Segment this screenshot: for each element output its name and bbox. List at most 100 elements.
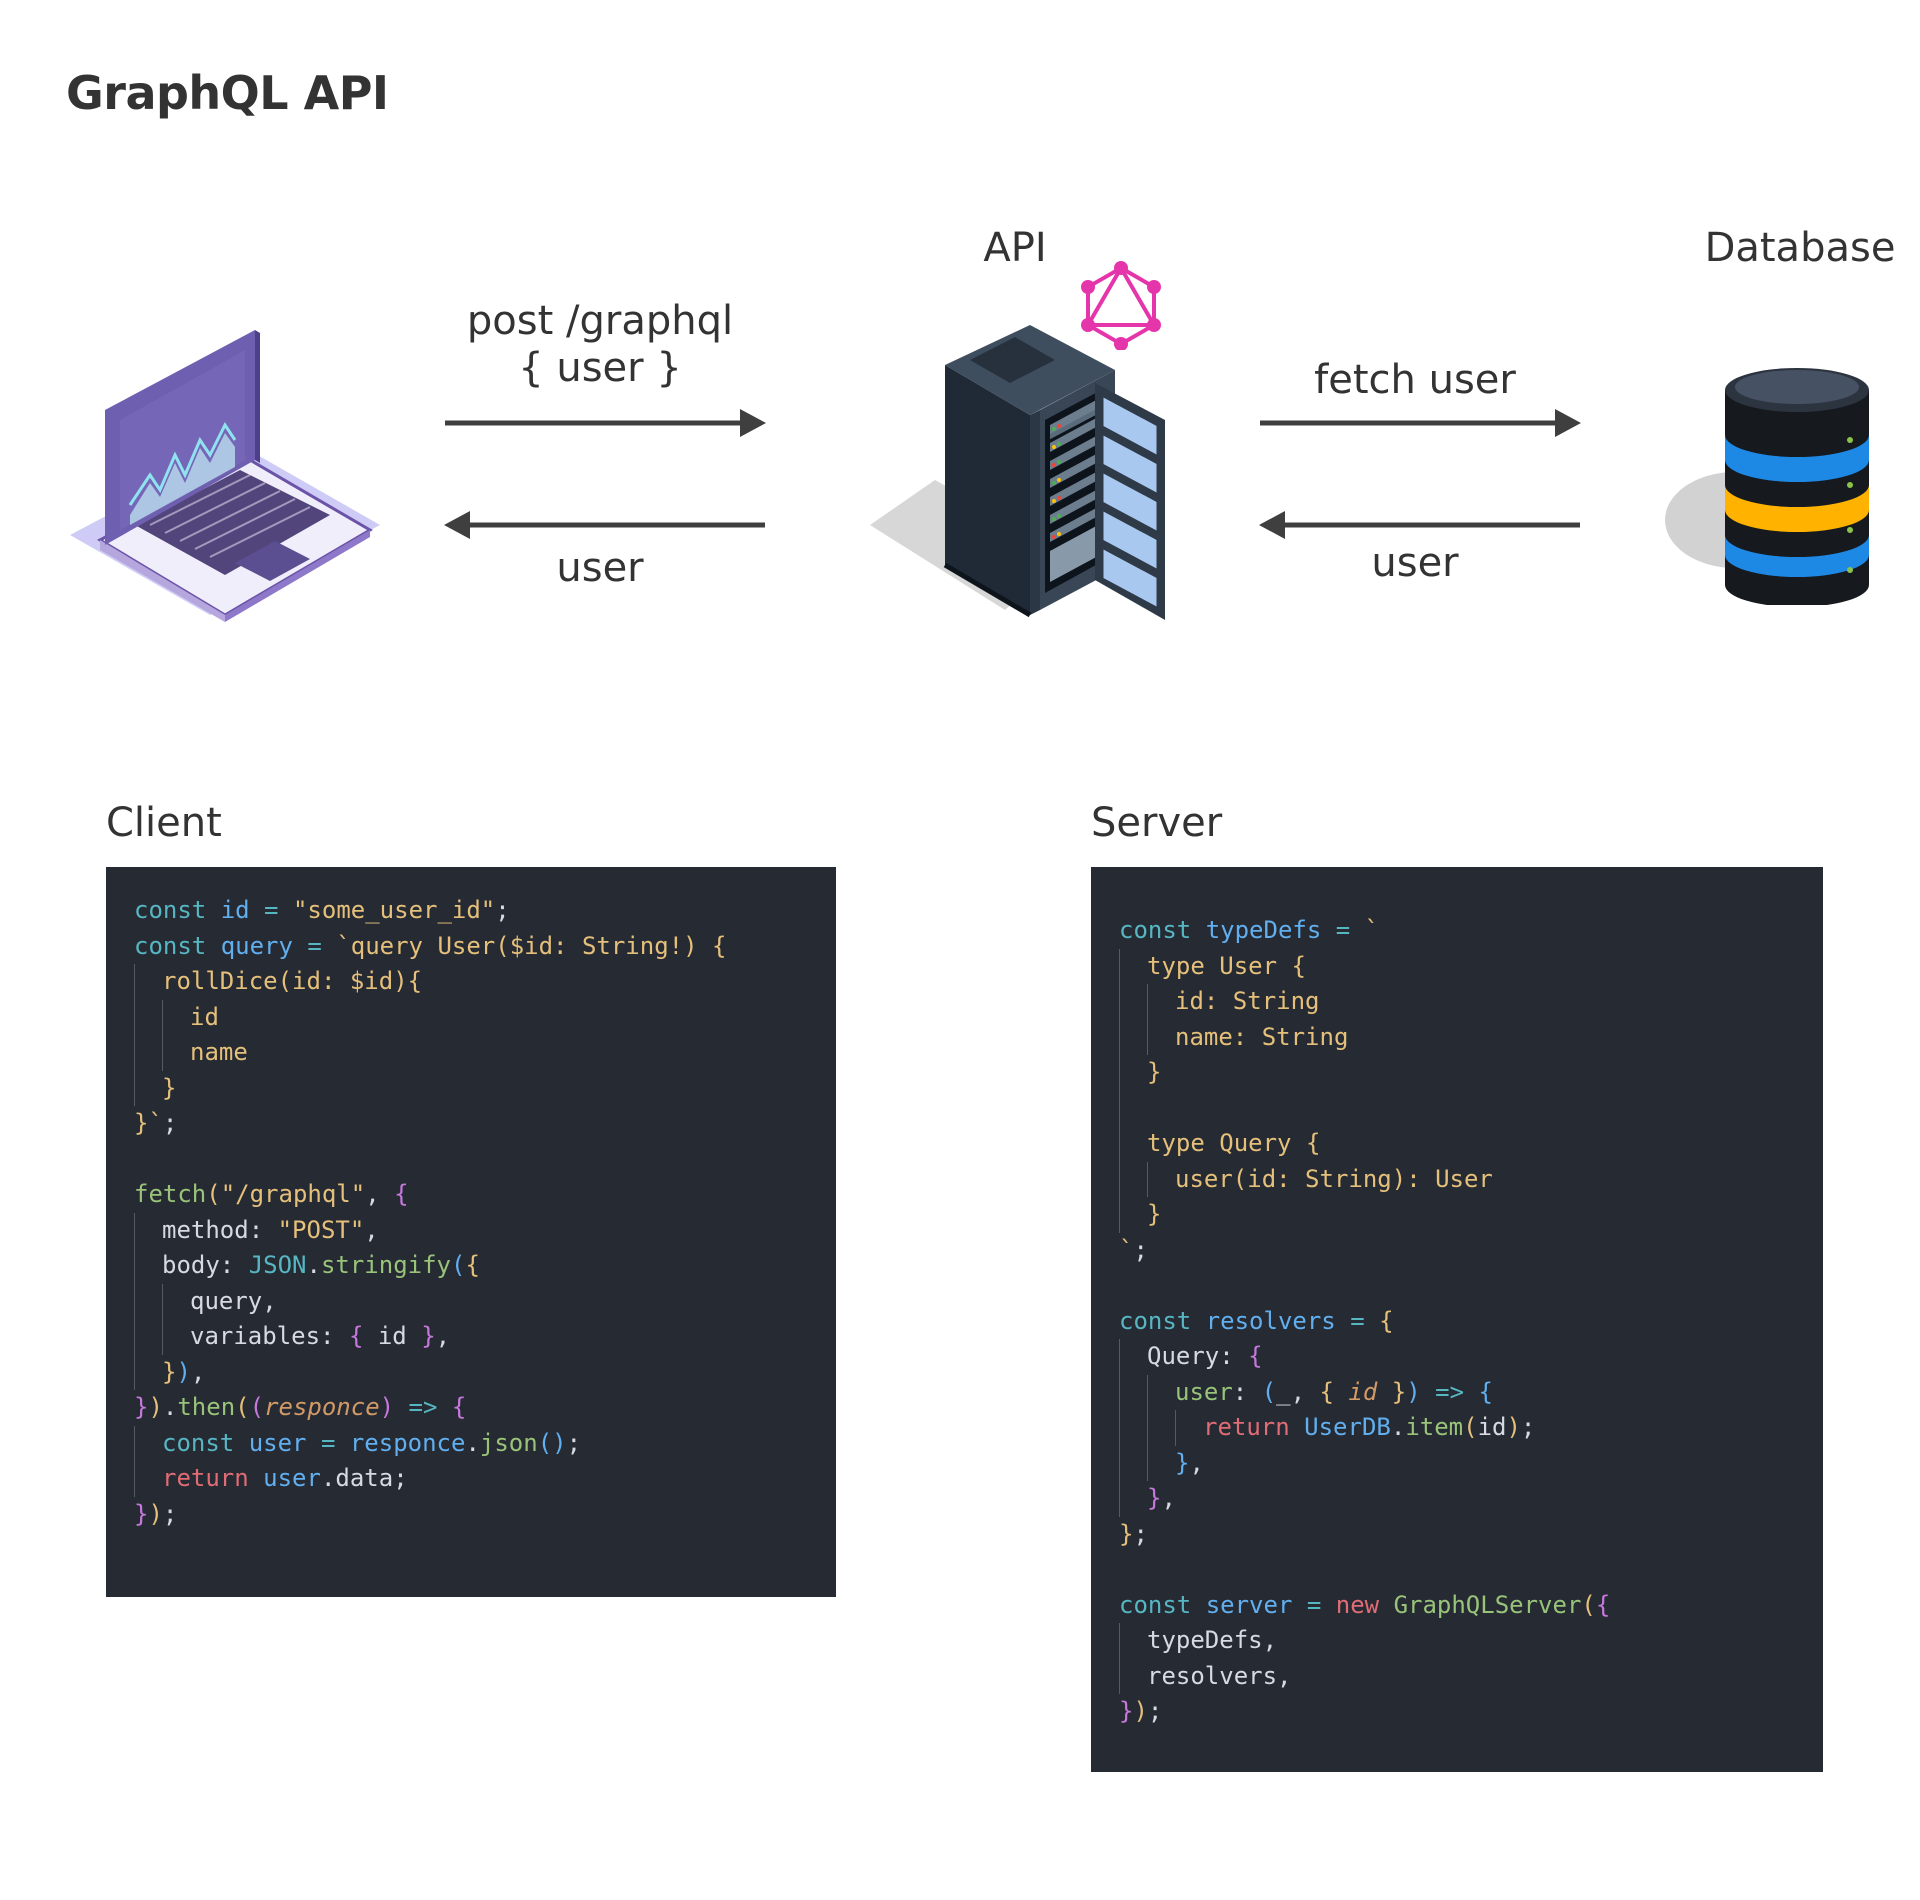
code-token: } <box>134 1393 149 1421</box>
code-token: , <box>190 1357 206 1386</box>
indent-guide <box>1119 1055 1147 1091</box>
code-token: } <box>162 1073 177 1102</box>
code-line: variables: { id }, <box>134 1319 836 1355</box>
request-label-line1: post /graphql <box>466 298 734 344</box>
code-token: ) <box>176 1357 191 1386</box>
code-token: "some_user_id" <box>292 896 496 924</box>
database-icon <box>1665 368 1869 605</box>
code-token: const <box>162 1428 249 1457</box>
indent-guide <box>162 1319 190 1355</box>
code-token: id <box>1477 1413 1507 1441</box>
code-line: typeDefs, <box>1119 1623 1823 1659</box>
code-line: const typeDefs = ` <box>1119 913 1823 949</box>
code-token: json <box>479 1428 538 1457</box>
code-line: const server = new GraphQLServer({ <box>1119 1588 1823 1624</box>
code-token: variables: <box>190 1322 349 1350</box>
indent-guide <box>1147 1410 1175 1446</box>
code-line: return user.data; <box>134 1461 836 1497</box>
code-token: fetch <box>134 1180 207 1208</box>
code-line: const user = responce.json(); <box>134 1425 836 1461</box>
code-token: { <box>451 1393 467 1421</box>
code-token: name: String <box>1175 1022 1349 1051</box>
indent-guide <box>1119 1090 1147 1126</box>
code-token: "/graphql" <box>220 1180 366 1208</box>
code-token: . <box>465 1428 480 1457</box>
indent-guide <box>134 1354 162 1390</box>
code-token: const <box>1119 916 1206 944</box>
arrow-fetch <box>1260 409 1581 437</box>
page-title: GraphQL API <box>66 66 389 120</box>
code-token: "POST" <box>277 1215 365 1244</box>
indent-guide <box>162 1283 190 1319</box>
code-token: }` <box>134 1109 163 1137</box>
code-token: return <box>162 1464 264 1492</box>
request-label-line2: { user } <box>518 345 682 391</box>
indent-guide <box>1119 948 1147 984</box>
code-token: , <box>1161 1484 1176 1512</box>
code-token: ( <box>1463 1413 1478 1441</box>
server-rack-icon <box>870 325 1165 620</box>
indent-guide <box>1147 1161 1175 1197</box>
code-token: . <box>1390 1413 1406 1441</box>
code-line: type Query { <box>1119 1126 1823 1162</box>
code-token: ( <box>249 1393 265 1421</box>
code-token: name <box>190 1038 248 1066</box>
indent-guide <box>134 1212 162 1248</box>
code-token: , <box>1189 1448 1204 1477</box>
code-token: id: String <box>1175 987 1320 1015</box>
code-token: responce <box>264 1393 380 1421</box>
code-token: = <box>292 931 337 960</box>
code-line: id <box>134 999 836 1035</box>
code-token: , <box>435 1322 451 1350</box>
code-token: () <box>537 1428 567 1457</box>
code-token: ; <box>566 1428 582 1457</box>
indent-guide <box>134 1425 162 1461</box>
code-token: ; <box>1133 1519 1148 1548</box>
code-token: { <box>1248 1342 1263 1370</box>
response-label-client: user <box>556 545 644 591</box>
code-token: ( <box>206 1180 221 1208</box>
code-token: .data; <box>320 1464 408 1492</box>
code-token: type Query { <box>1147 1129 1321 1157</box>
code-token: new <box>1335 1590 1394 1619</box>
code-token: ` <box>1119 1235 1134 1264</box>
code-token: { <box>1379 1306 1394 1335</box>
code-line: query, <box>134 1283 836 1319</box>
indent-guide <box>134 1035 162 1071</box>
code-line: user(id: String): User <box>1119 1161 1823 1197</box>
code-line: rollDice(id: $id){ <box>134 964 836 1000</box>
code-line: method: "POST", <box>134 1212 836 1248</box>
code-line: }); <box>134 1497 836 1533</box>
code-token: responce <box>349 1428 466 1457</box>
code-token: = <box>1335 1306 1380 1335</box>
code-token: { <box>465 1251 480 1279</box>
code-line: }`; <box>134 1106 836 1142</box>
code-token: ; <box>162 1499 178 1528</box>
code-token: return <box>1203 1413 1305 1441</box>
code-line: }, <box>1119 1481 1823 1517</box>
code-token: } <box>1147 1484 1162 1512</box>
code-token: id <box>377 1322 422 1350</box>
api-label: API <box>983 225 1047 271</box>
indent-guide <box>134 1248 162 1284</box>
indent-guide <box>1119 1445 1147 1481</box>
client-code-block: const id = "some_user_id"; const query = … <box>106 867 836 1597</box>
code-token: Query: <box>1147 1342 1249 1370</box>
indent-guide <box>1119 1410 1147 1446</box>
code-token: id <box>190 1002 219 1031</box>
code-line: }; <box>1119 1517 1823 1553</box>
code-line: }); <box>1119 1694 1823 1730</box>
code-token: query, <box>190 1286 277 1315</box>
code-token: user(id: String): User <box>1175 1164 1493 1193</box>
code-token: ; <box>162 1109 178 1137</box>
code-token: : <box>1232 1377 1262 1406</box>
code-token: ( <box>235 1393 250 1421</box>
code-token: user <box>1175 1377 1233 1406</box>
code-token: item <box>1405 1413 1464 1441</box>
code-line: const query = `query User($id: String!) … <box>134 929 836 965</box>
code-token: . <box>162 1393 178 1421</box>
indent-guide <box>1119 984 1147 1020</box>
code-line: id: String <box>1119 984 1823 1020</box>
indent-guide <box>1119 1126 1147 1162</box>
